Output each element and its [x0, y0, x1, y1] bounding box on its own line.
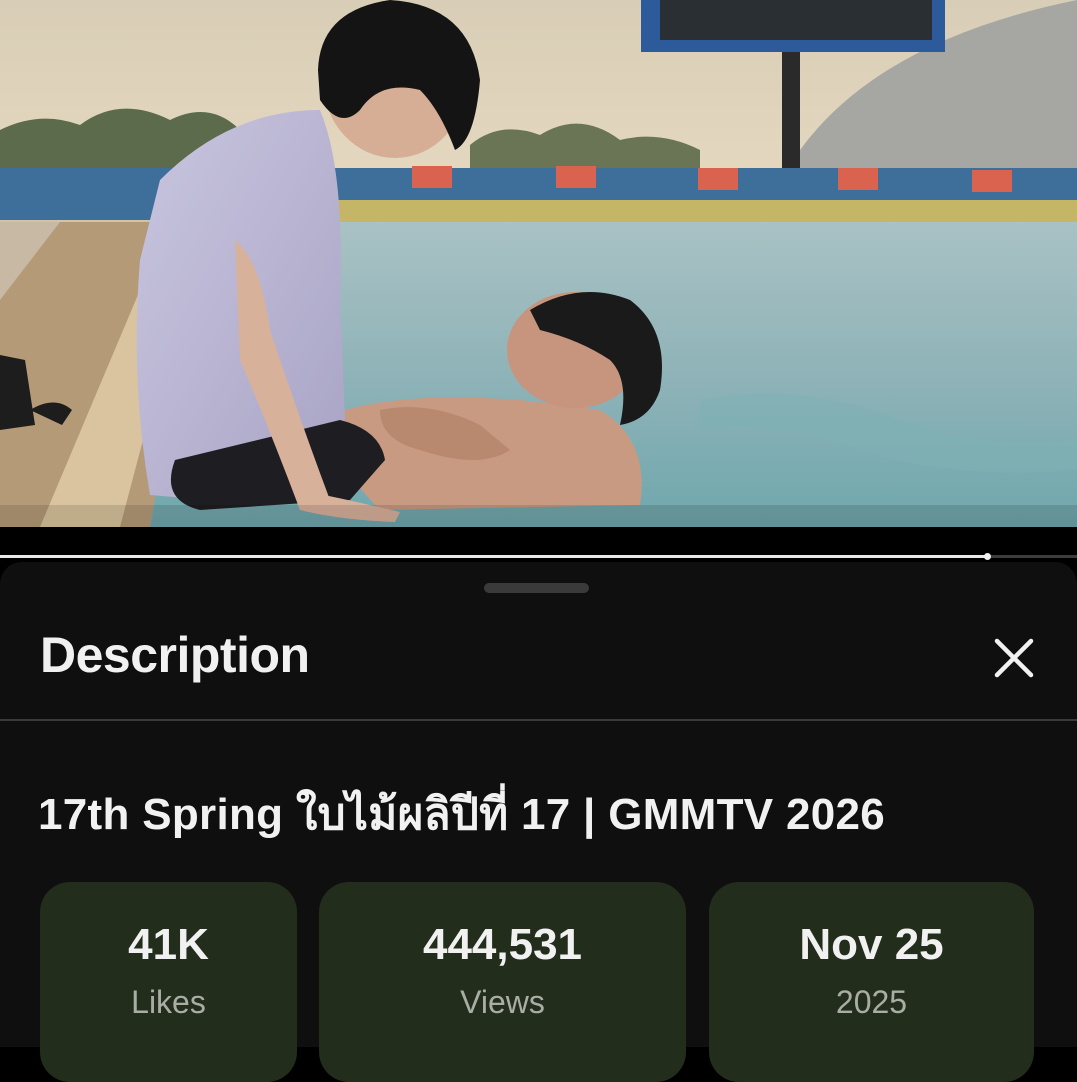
likes-label: Likes — [131, 984, 206, 1020]
upload-date-stat-card: Nov 25 2025 — [709, 882, 1034, 1082]
video-frame-image — [0, 0, 1077, 527]
video-progress-bar[interactable] — [0, 553, 1077, 560]
close-button[interactable] — [984, 628, 1044, 688]
description-sheet: Description 17th Spring ใบไม้ผลิปีที่ 17… — [0, 562, 1077, 1082]
video-title: 17th Spring ใบไม้ผลิปีที่ 17 | GMMTV 202… — [38, 790, 886, 839]
video-player[interactable] — [0, 0, 1077, 527]
sheet-divider — [0, 719, 1077, 721]
video-progress-played — [0, 555, 987, 558]
likes-count: 41K — [128, 920, 209, 969]
sheet-title: Description — [40, 627, 310, 683]
upload-date-day: Nov 25 — [799, 920, 944, 969]
views-count: 444,531 — [422, 920, 583, 969]
likes-stat-card: 41K Likes — [40, 882, 297, 1082]
views-stat-card: 444,531 Views — [319, 882, 686, 1082]
video-progress-scrubber[interactable] — [983, 553, 991, 560]
upload-date-year: 2025 — [835, 984, 908, 1020]
views-label: Views — [460, 984, 545, 1020]
close-icon — [994, 638, 1034, 678]
sheet-drag-handle[interactable] — [484, 583, 589, 593]
